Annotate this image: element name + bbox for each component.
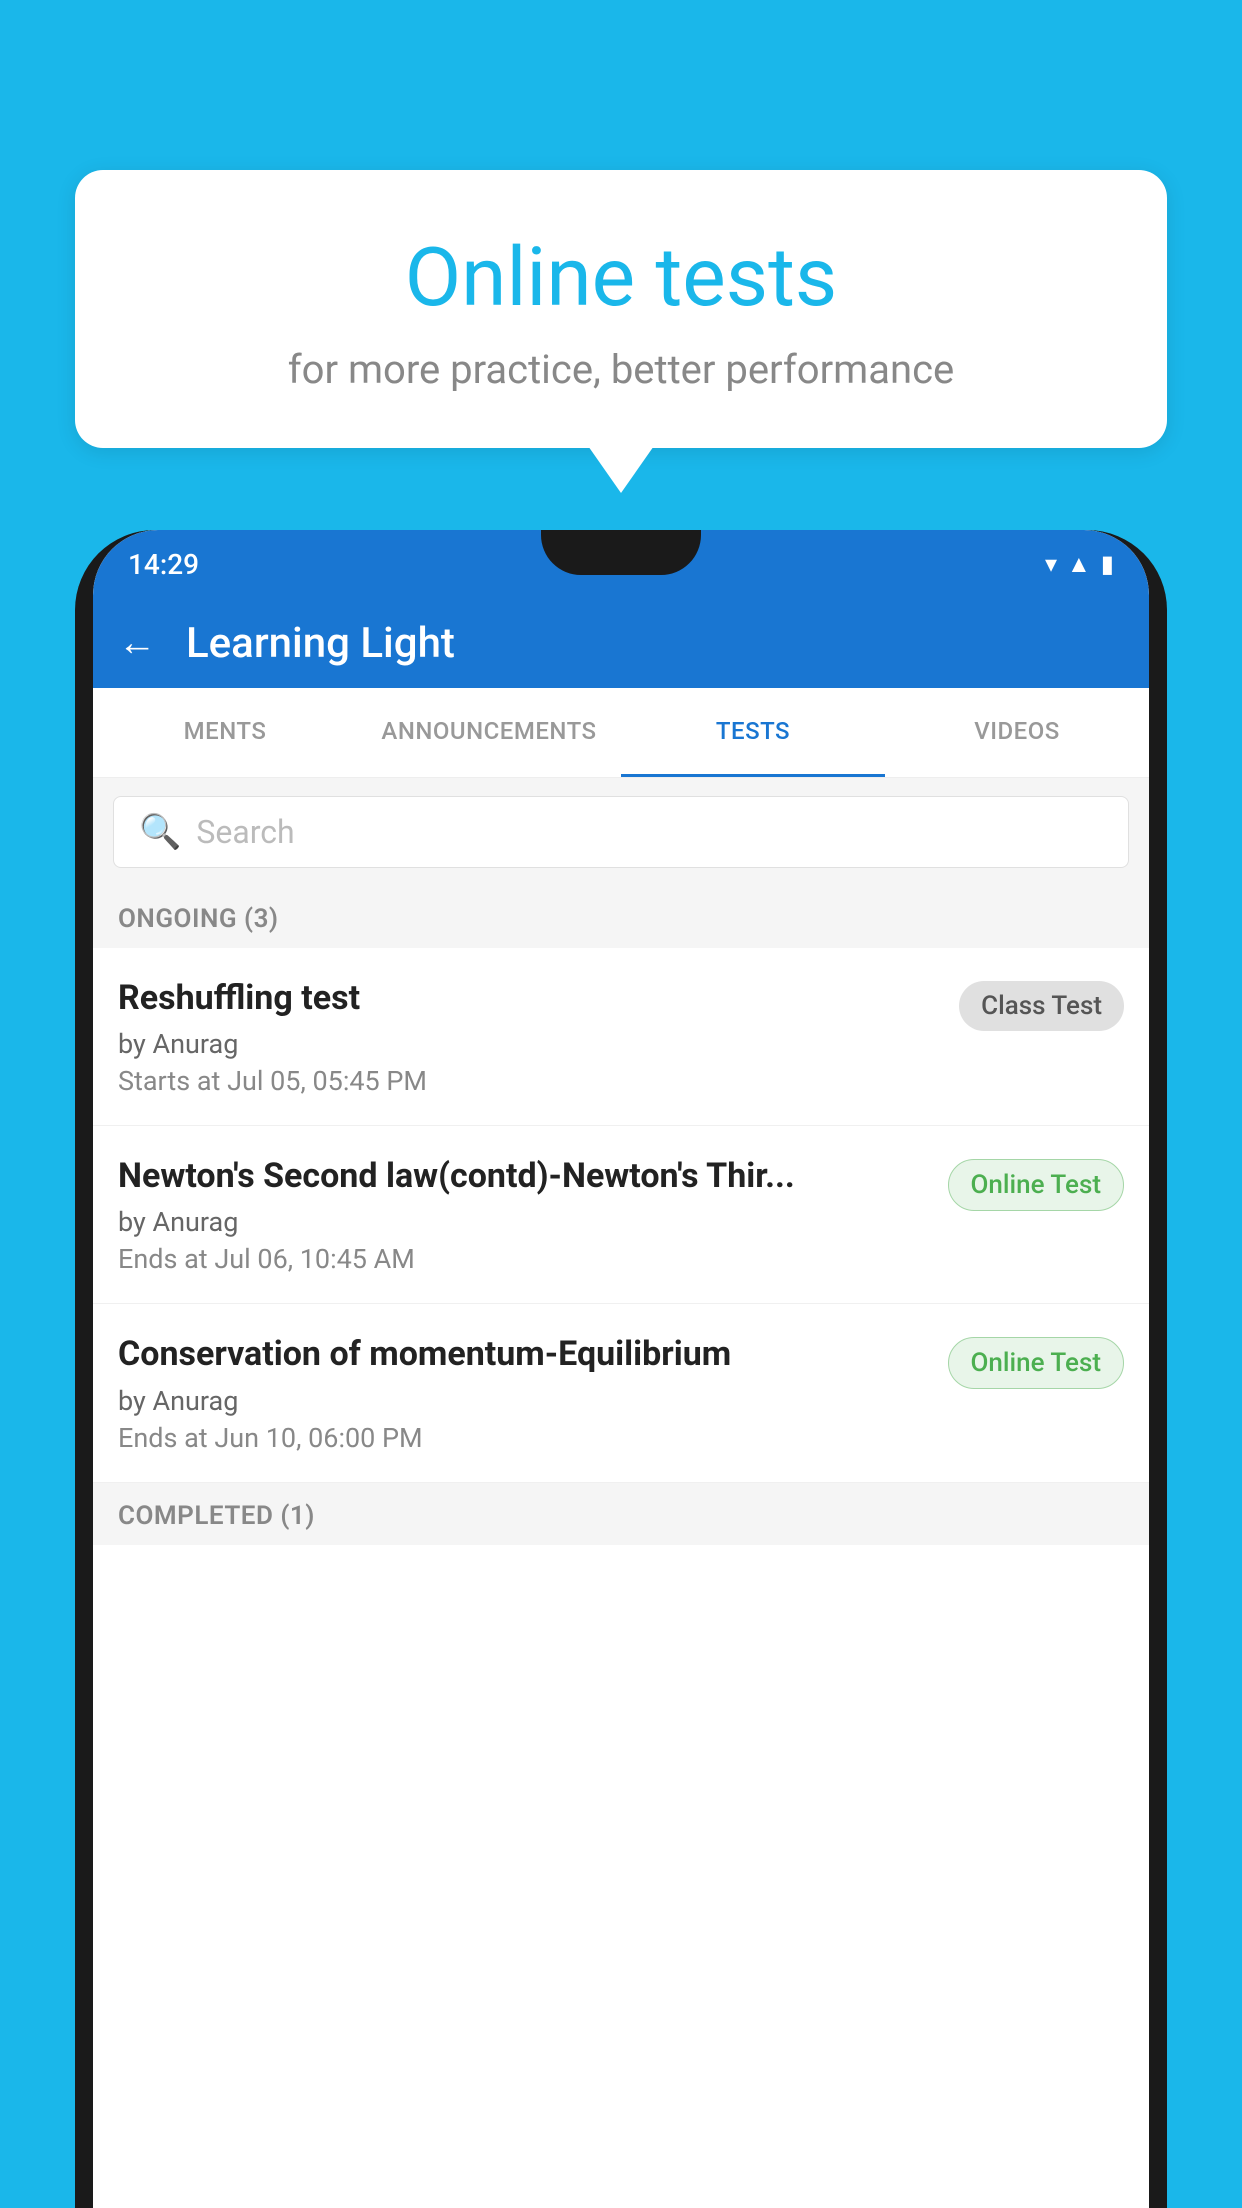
bubble-title: Online tests (125, 230, 1117, 326)
status-time: 14:29 (128, 548, 199, 581)
test-info-reshuffling: Reshuffling test by Anurag Starts at Jul… (118, 976, 939, 1097)
bubble-subtitle: for more practice, better performance (125, 346, 1117, 393)
search-container: 🔍 Search (93, 778, 1149, 886)
tab-ments[interactable]: MENTS (93, 688, 357, 777)
test-info-newton: Newton's Second law(contd)-Newton's Thir… (118, 1154, 928, 1275)
signal-icon: ▲ (1067, 550, 1091, 579)
test-item-newton[interactable]: Newton's Second law(contd)-Newton's Thir… (93, 1126, 1149, 1304)
test-list: Reshuffling test by Anurag Starts at Jul… (93, 948, 1149, 1483)
test-date-newton: Ends at Jul 06, 10:45 AM (118, 1243, 928, 1275)
search-icon: 🔍 (139, 812, 181, 852)
test-name-conservation: Conservation of momentum-Equilibrium (118, 1332, 928, 1376)
test-item-conservation[interactable]: Conservation of momentum-Equilibrium by … (93, 1304, 1149, 1482)
status-icons: ▾ ▲ ▮ (1045, 550, 1114, 579)
test-date-reshuffling: Starts at Jul 05, 05:45 PM (118, 1065, 939, 1097)
phone-screen: 14:29 ▾ ▲ ▮ ← Learning Light MENTS ANNOU… (93, 530, 1149, 2208)
search-box[interactable]: 🔍 Search (113, 796, 1129, 868)
tabs-bar: MENTS ANNOUNCEMENTS TESTS VIDEOS (93, 688, 1149, 778)
phone-frame: 14:29 ▾ ▲ ▮ ← Learning Light MENTS ANNOU… (75, 530, 1167, 2208)
test-name-reshuffling: Reshuffling test (118, 976, 939, 1020)
speech-bubble: Online tests for more practice, better p… (75, 170, 1167, 448)
test-info-conservation: Conservation of momentum-Equilibrium by … (118, 1332, 928, 1453)
completed-section-header: COMPLETED (1) (93, 1483, 1149, 1545)
app-title: Learning Light (186, 619, 455, 668)
app-bar: ← Learning Light (93, 598, 1149, 688)
test-author-newton: by Anurag (118, 1206, 928, 1238)
badge-online-test-conservation: Online Test (948, 1337, 1125, 1389)
test-author-reshuffling: by Anurag (118, 1028, 939, 1060)
battery-icon: ▮ (1101, 550, 1114, 578)
ongoing-section-header: ONGOING (3) (93, 886, 1149, 948)
test-item-reshuffling[interactable]: Reshuffling test by Anurag Starts at Jul… (93, 948, 1149, 1126)
badge-online-test-newton: Online Test (948, 1159, 1125, 1211)
badge-class-test: Class Test (959, 981, 1124, 1031)
ongoing-title: ONGOING (3) (118, 904, 279, 934)
tab-videos[interactable]: VIDEOS (885, 688, 1149, 777)
completed-title: COMPLETED (1) (118, 1501, 315, 1531)
wifi-icon: ▾ (1045, 550, 1057, 578)
phone-notch (541, 530, 701, 575)
test-author-conservation: by Anurag (118, 1385, 928, 1417)
tab-announcements[interactable]: ANNOUNCEMENTS (357, 688, 621, 777)
tab-tests[interactable]: TESTS (621, 688, 885, 777)
test-name-newton: Newton's Second law(contd)-Newton's Thir… (118, 1154, 928, 1198)
search-placeholder: Search (196, 813, 294, 851)
back-button[interactable]: ← (118, 621, 156, 665)
test-date-conservation: Ends at Jun 10, 06:00 PM (118, 1422, 928, 1454)
